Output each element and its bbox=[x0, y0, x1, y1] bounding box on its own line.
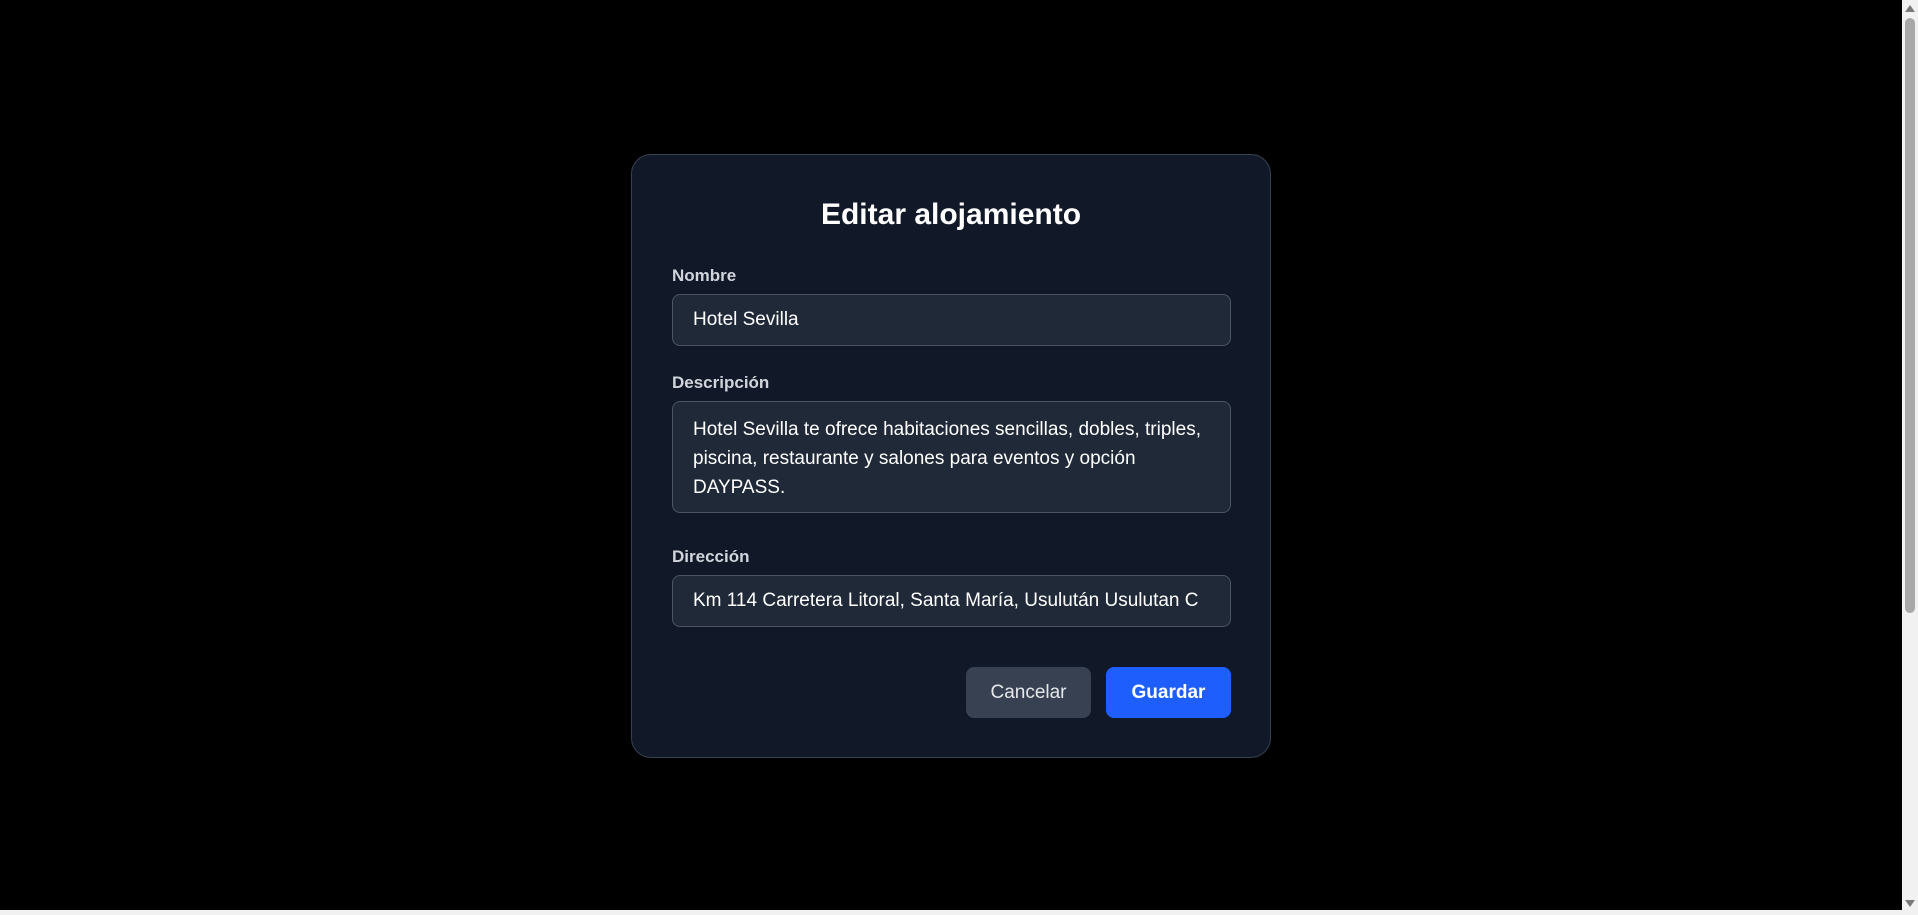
save-button[interactable]: Guardar bbox=[1106, 667, 1231, 718]
scrollbar-thumb[interactable] bbox=[1905, 18, 1915, 613]
vertical-scrollbar[interactable] bbox=[1902, 0, 1918, 915]
page-background: Editar alojamiento Nombre Descripción Ho… bbox=[0, 0, 1902, 910]
address-input[interactable] bbox=[672, 575, 1231, 627]
name-label: Nombre bbox=[672, 266, 737, 285]
edit-accommodation-dialog: Editar alojamiento Nombre Descripción Ho… bbox=[631, 154, 1271, 758]
horizontal-scrollbar-track bbox=[0, 910, 1902, 915]
address-label: Dirección bbox=[672, 547, 750, 566]
description-label: Descripción bbox=[672, 373, 770, 392]
cancel-button[interactable]: Cancelar bbox=[966, 667, 1091, 718]
triangle-up-icon[interactable] bbox=[1905, 5, 1915, 12]
dialog-title: Editar alojamiento bbox=[820, 198, 1082, 231]
description-textarea[interactable]: Hotel Sevilla te ofrece habitaciones sen… bbox=[672, 401, 1231, 513]
name-input[interactable] bbox=[672, 294, 1231, 346]
triangle-down-icon[interactable] bbox=[1905, 900, 1915, 907]
